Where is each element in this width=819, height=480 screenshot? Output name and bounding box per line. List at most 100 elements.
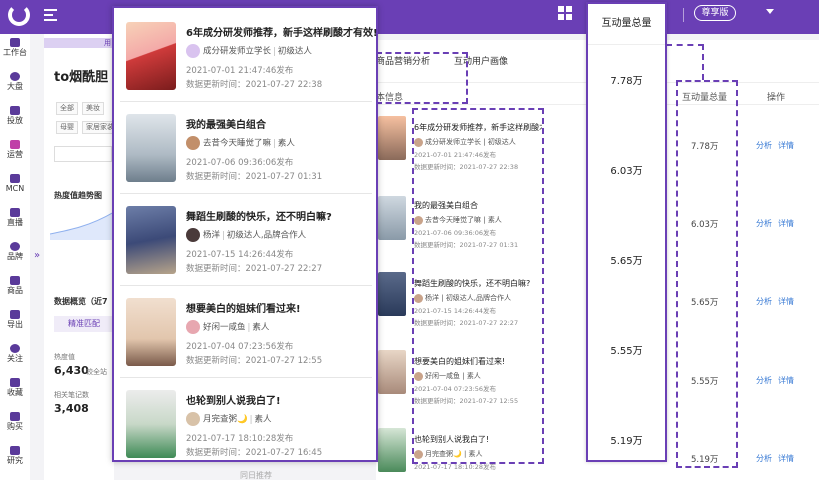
- publish-time: 2021-07-06 09:36:06发布: [186, 158, 294, 168]
- detail-link[interactable]: 详情: [778, 218, 794, 229]
- tag-beauty[interactable]: 美妆: [82, 102, 104, 115]
- update-time: 数据更新时间：2021-07-27 22:38: [186, 80, 323, 90]
- note-title[interactable]: 舞蹈生刷酸的快乐，还不明白嘛?: [186, 208, 332, 223]
- author-level: 初级达人,品牌合作人: [226, 230, 307, 241]
- highlight-header: 互动量总量: [601, 18, 652, 29]
- sidebar-item-brand[interactable]: 品牌: [0, 240, 30, 270]
- sidebar-item-research[interactable]: 研究: [0, 444, 30, 474]
- divider: [120, 193, 372, 194]
- column-actions: 操作: [767, 93, 786, 103]
- author-name[interactable]: 杨洋: [203, 231, 220, 241]
- author-name[interactable]: 成分研发师立学长: [203, 47, 271, 57]
- note-thumbnail[interactable]: [126, 22, 176, 90]
- divider: [683, 8, 684, 22]
- author-level: 素人: [254, 414, 272, 425]
- cart-icon: [10, 412, 20, 421]
- apps-grid-icon[interactable]: [558, 6, 572, 20]
- dashboard-icon: [10, 38, 20, 47]
- sidebar-item-market[interactable]: 大盘: [0, 70, 30, 100]
- sidebar-item-live[interactable]: 直播: [0, 206, 30, 236]
- annotation-dashed-box: [412, 108, 544, 464]
- divider: [120, 285, 372, 286]
- note-thumbnail[interactable]: [378, 428, 406, 472]
- chat-icon: [10, 140, 20, 149]
- tag-all[interactable]: 全部: [56, 102, 78, 115]
- note-thumbnail[interactable]: [126, 114, 176, 182]
- highlight-value: 5.19万: [610, 436, 643, 447]
- sidebar-item-follow[interactable]: 关注: [0, 342, 30, 372]
- sidebar-item-purchase[interactable]: 购买: [0, 410, 30, 440]
- note-title[interactable]: 想要美白的姐妹们看过来!: [186, 300, 301, 315]
- divider: [588, 44, 665, 45]
- analyze-link[interactable]: 分析: [756, 218, 772, 229]
- note-thumbnail[interactable]: [378, 272, 406, 316]
- logo-icon[interactable]: [8, 4, 30, 26]
- author-name[interactable]: 月完查粥🌙: [203, 415, 248, 425]
- update-time: 数据更新时间：2021-07-27 22:27: [186, 264, 323, 274]
- user-icon: [10, 242, 20, 251]
- building-icon: [10, 174, 20, 183]
- annotation-dashed-box: [666, 44, 704, 80]
- export-icon: [10, 310, 20, 319]
- heat-value: 6,430: [54, 364, 89, 377]
- sidebar-item-mcn[interactable]: MCN: [0, 172, 30, 202]
- sidebar-item-favorites[interactable]: 收藏: [0, 376, 30, 406]
- avatar: [186, 136, 200, 150]
- analyze-link[interactable]: 分析: [756, 375, 772, 386]
- detail-link[interactable]: 详情: [778, 453, 794, 464]
- note-title[interactable]: 也轮到别人说我白了!: [186, 392, 281, 407]
- wallet-icon: [10, 106, 20, 115]
- publish-time: 2021-07-15 14:26:44发布: [186, 250, 294, 260]
- highlight-value: 5.55万: [610, 346, 643, 357]
- update-time: 数据更新时间：2021-07-27 01:31: [186, 172, 323, 182]
- list-item[interactable]: 舞蹈生刷酸的快乐，还不明白嘛? 杨洋 | 初级达人,品牌合作人 2021-07-15…: [114, 196, 376, 286]
- heart-icon: [10, 378, 20, 387]
- sidebar-item-delivery[interactable]: 投放: [0, 104, 30, 134]
- detail-link[interactable]: 详情: [778, 140, 794, 151]
- annotation-dashed-box: [376, 52, 468, 104]
- menu-toggle-icon[interactable]: [44, 9, 57, 21]
- panel-ribbon: 用: [44, 38, 114, 48]
- note-count-label: 相关笔记数: [54, 391, 89, 399]
- expand-chevron-icon[interactable]: »: [34, 250, 40, 261]
- detail-link[interactable]: 详情: [778, 375, 794, 386]
- tab-exact-match[interactable]: 精准匹配: [54, 316, 114, 332]
- tag-baby[interactable]: 母婴: [56, 121, 78, 134]
- avatar: [186, 228, 200, 242]
- list-item[interactable]: 想要美白的姐妹们看过来! 好闲一咸鱼 | 素人 2021-07-04 07:23:5…: [114, 288, 376, 378]
- note-title[interactable]: 我的最强美白组合: [186, 116, 266, 131]
- tv-icon: [10, 208, 20, 217]
- highlighted-interaction-column: 互动量总量 7.78万 6.03万 5.65万 5.55万 5.19万: [586, 2, 667, 462]
- favorite-button[interactable]: [54, 146, 112, 162]
- trend-mini-chart: [50, 211, 114, 240]
- analyze-link[interactable]: 分析: [756, 453, 772, 464]
- list-item[interactable]: 也轮到别人说我白了! 月完查粥🌙 | 素人 2021-07-17 18:10:28发…: [114, 380, 376, 470]
- sidebar-item-workbench[interactable]: 工作台: [0, 36, 30, 66]
- divider: [120, 101, 372, 102]
- sidebar-item-export[interactable]: 导出: [0, 308, 30, 338]
- note-title[interactable]: 6年成分研发师推荐，新手这样刷酸才有效!: [186, 24, 378, 39]
- author-level: 素人: [277, 138, 295, 149]
- pro-edition-badge[interactable]: 尊享版: [694, 5, 736, 21]
- author-name[interactable]: 去昔今天睡觉了嘛: [203, 139, 271, 149]
- pie-chart-icon: [10, 72, 20, 81]
- avatar: [186, 44, 200, 58]
- author-name[interactable]: 好闲一咸鱼: [203, 323, 246, 333]
- keyword-title: to烟酰胆: [54, 70, 109, 85]
- note-thumbnail[interactable]: [126, 206, 176, 274]
- note-thumbnail[interactable]: [126, 390, 176, 458]
- analyze-link[interactable]: 分析: [756, 296, 772, 307]
- list-item[interactable]: 6年成分研发师推荐，新手这样刷酸才有效! 成分研发师立学长 | 初级达人 2021-…: [114, 12, 378, 102]
- note-thumbnail[interactable]: [378, 116, 406, 160]
- analyze-link[interactable]: 分析: [756, 140, 772, 151]
- detail-link[interactable]: 详情: [778, 296, 794, 307]
- note-thumbnail[interactable]: [126, 298, 176, 366]
- update-time: 数据更新时间：2021-07-27 12:55: [186, 356, 323, 366]
- sidebar-item-operations[interactable]: 运营: [0, 138, 30, 168]
- note-thumbnail[interactable]: [378, 196, 406, 240]
- note-thumbnail[interactable]: [378, 350, 406, 394]
- list-item[interactable]: 我的最强美白组合 去昔今天睡觉了嘛 | 素人 2021-07-06 09:36:06…: [114, 104, 376, 194]
- update-time: 数据更新时间：2021-07-27 16:45: [186, 448, 323, 458]
- sidebar-item-product[interactable]: 商品: [0, 274, 30, 304]
- chevron-down-icon[interactable]: [766, 9, 774, 14]
